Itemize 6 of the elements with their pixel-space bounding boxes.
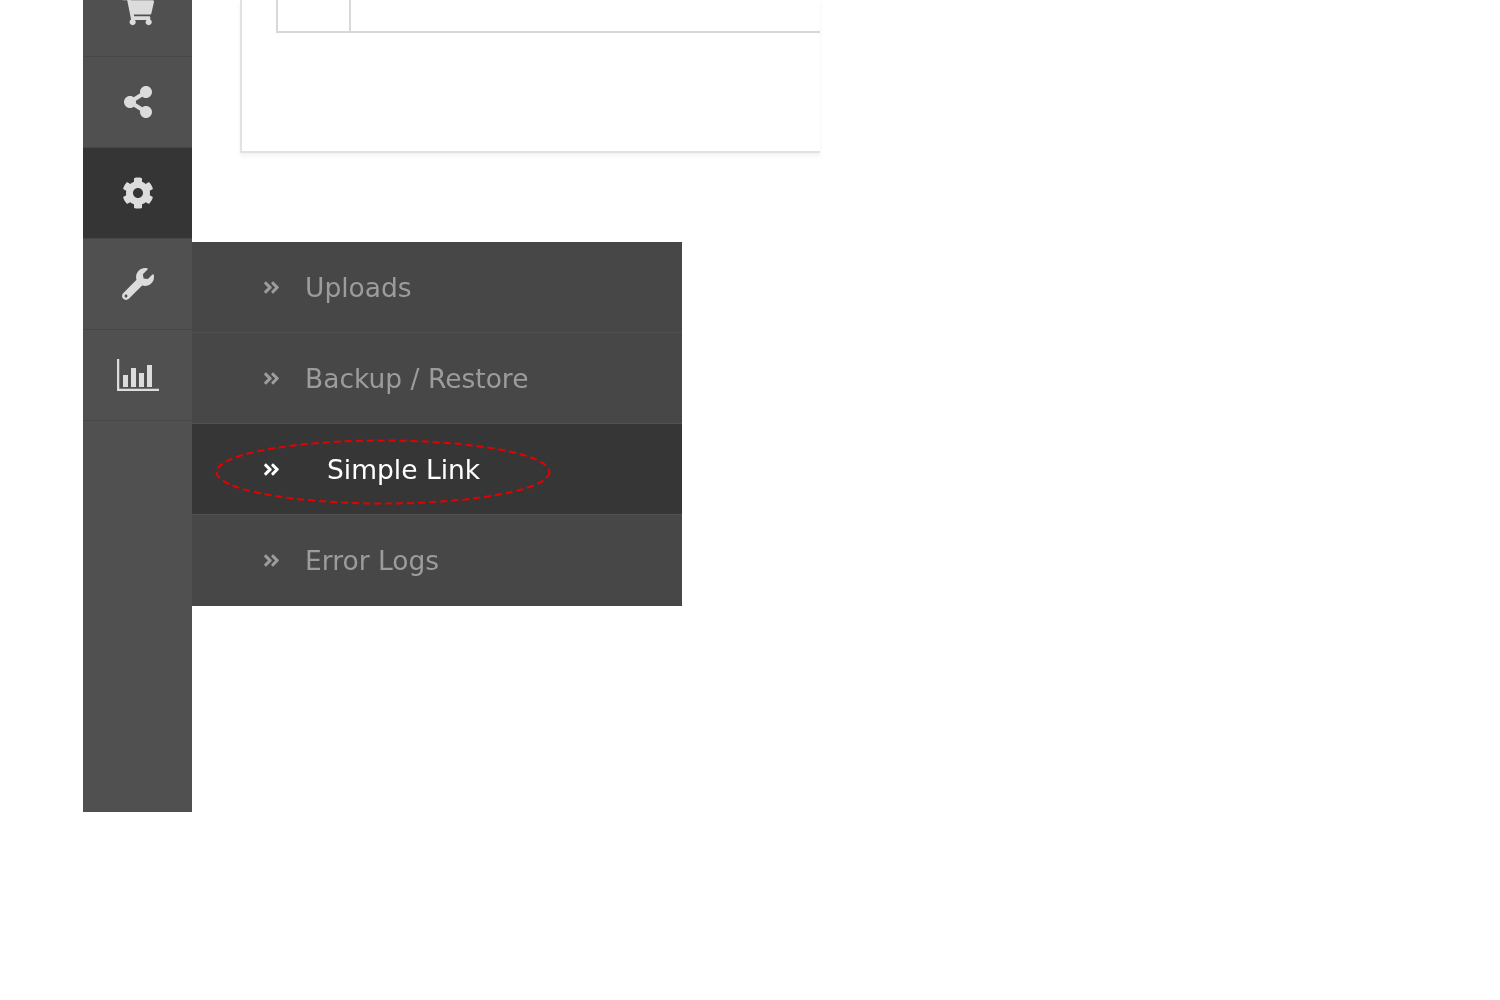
bar-chart-icon <box>116 359 159 391</box>
settings-icon <box>121 177 154 209</box>
sidebar-item[interactable] <box>83 148 192 239</box>
submenu-item[interactable]: Simple Link <box>192 424 682 515</box>
share-icon <box>121 86 154 118</box>
wrench-icon <box>121 268 154 300</box>
